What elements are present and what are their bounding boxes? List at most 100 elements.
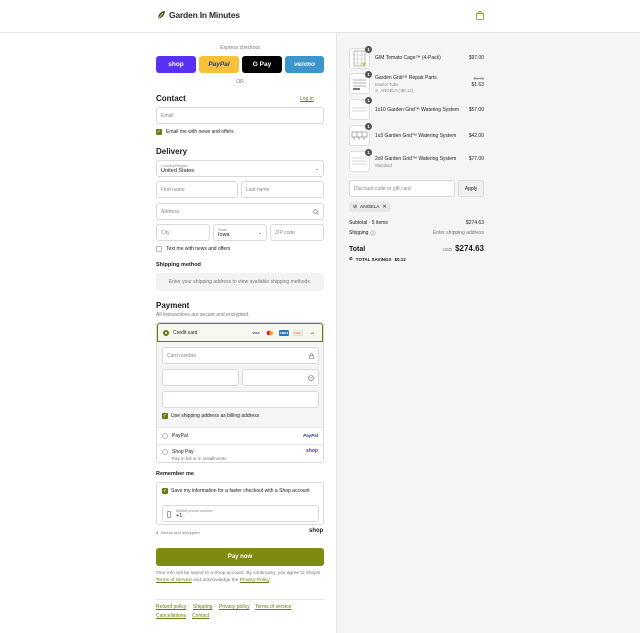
discount-tag: ⊘ ANGELA ✕	[349, 202, 391, 212]
total-value: $274.63	[455, 244, 484, 253]
disclaimer: Your info will be saved to a Shop accoun…	[156, 570, 326, 584]
help-icon[interactable]: ?	[308, 375, 314, 381]
login-link[interactable]: Log in	[300, 96, 314, 102]
name-on-card-field[interactable]	[162, 391, 319, 408]
first-name-placeholder: First name	[161, 186, 185, 193]
discount-code-field[interactable]: Discount code or gift card	[349, 180, 455, 197]
contact-link[interactable]: Contact	[192, 613, 209, 619]
paypal-option[interactable]: PayPal PayPal	[157, 427, 323, 444]
item-discount-code: ANGELA (-$0.12)	[380, 88, 414, 93]
remove-discount-icon[interactable]: ✕	[383, 204, 387, 210]
lock-icon: ●	[156, 530, 159, 535]
payment-title: Payment	[156, 301, 190, 310]
quantity-badge: 1	[365, 123, 372, 130]
brand-name: Garden In Minutes	[169, 10, 240, 20]
item-price: $42.00	[468, 133, 484, 139]
privacy-policy-footer-link[interactable]: Privacy policy	[219, 604, 250, 610]
zip-placeholder: ZIP code	[275, 229, 295, 236]
product-thumbnail: 1	[349, 46, 372, 69]
item-name: 1x3 Garden Grid™ Watering System	[375, 133, 457, 139]
item-name: 2x9 Garden Grid™ Watering System	[375, 156, 457, 162]
text-news-checkbox[interactable]	[156, 246, 162, 252]
email-field[interactable]: Email	[156, 107, 324, 124]
paypal-option-label: PayPal	[172, 433, 188, 439]
discover-icon: DISC	[293, 330, 303, 336]
discount-code-placeholder: Discount code or gift card	[354, 185, 411, 192]
shop-pay-option-label: Shop Pay	[172, 449, 194, 455]
more-cards-badge: +4	[310, 331, 314, 335]
cancellations-link[interactable]: Cancellations	[156, 613, 186, 619]
item-name: GIM Tomato Cage™ (4-Pack)	[375, 55, 441, 61]
secure-label: Secure and encrypted	[160, 530, 200, 535]
product-thumbnail: 1	[349, 97, 372, 120]
lock-icon	[309, 353, 314, 359]
venmo-label: venmo	[294, 61, 315, 68]
refund-policy-link[interactable]: Refund policy	[156, 604, 186, 610]
first-name-field[interactable]: First name	[156, 181, 238, 198]
shop-pay-option[interactable]: Shop Pay Pay in full or in installments …	[157, 444, 323, 462]
expiration-date-field[interactable]	[162, 369, 239, 386]
checkout-form: Express checkout shop PayPal G Pay venmo…	[0, 33, 337, 633]
credit-card-option[interactable]: Credit card VISA AMEX DISC +4	[157, 323, 323, 342]
disclaimer-mid: and acknowledge the	[193, 578, 239, 583]
security-code-field[interactable]: ?	[242, 369, 319, 386]
paypal-button[interactable]: PayPal	[199, 56, 239, 73]
billing-same-checkbox[interactable]: ✓	[162, 413, 168, 419]
address-field[interactable]: Address	[156, 203, 324, 220]
item-old-price: $1.75	[473, 76, 484, 81]
visa-icon: VISA	[251, 330, 261, 336]
mastercard-icon	[265, 330, 275, 336]
shopping-bag-icon[interactable]	[476, 11, 484, 20]
payment-methods: Credit card VISA AMEX DISC +4 Card numbe…	[156, 322, 324, 463]
pay-now-button[interactable]: Pay now	[156, 548, 324, 566]
paypal-label: PayPal	[208, 61, 230, 68]
quantity-badge: 1	[365, 46, 372, 53]
shop-pay-sublabel: Pay in full or in installments	[172, 456, 227, 461]
item-discount: ⊘ ANGELA (-$0.12)	[375, 88, 413, 93]
city-field[interactable]: City	[156, 224, 210, 241]
secure-note: ● Secure and encrypted	[156, 530, 200, 535]
shop-pay-label: shop	[168, 61, 184, 68]
terms-of-service-link[interactable]: Terms of Service	[156, 578, 192, 583]
item-name: Garden Grid™ Repair Parts	[375, 75, 437, 81]
state-select[interactable]: State Iowa ⌄	[213, 224, 267, 241]
country-select[interactable]: Country/Region United States ⌄	[156, 160, 324, 177]
footer-divider	[156, 599, 324, 600]
email-placeholder: Email	[161, 112, 174, 119]
email-news-checkbox[interactable]: ✓	[156, 129, 162, 135]
shipping-link[interactable]: Shipping	[193, 604, 212, 610]
save-info-checkbox[interactable]: ✓	[162, 488, 168, 494]
google-pay-button[interactable]: G Pay	[242, 56, 282, 73]
item-name: 1x10 Garden Grid™ Watering System	[375, 107, 460, 113]
savings-value: $0.12	[394, 256, 406, 262]
quantity-badge: 1	[365, 97, 372, 104]
apply-button[interactable]: Apply	[458, 180, 484, 197]
mobile-phone-field[interactable]: Mobile phone number +1	[162, 505, 319, 522]
item-price: $1.63	[471, 82, 484, 88]
shipping-value: Enter shipping address	[432, 230, 484, 236]
card-number-field[interactable]: Card number	[162, 347, 319, 364]
privacy-policy-link[interactable]: Privacy Policy	[240, 578, 270, 583]
total-row: Total USD $274.63	[349, 244, 484, 253]
terms-of-service-footer-link[interactable]: Terms of service	[255, 604, 291, 610]
shop-pay-button[interactable]: shop	[156, 56, 196, 73]
shop-pay-radio[interactable]	[162, 449, 168, 455]
credit-card-label: Credit card	[173, 330, 198, 336]
card-details-panel: Card number ? ✓ Use shipping address as …	[157, 342, 323, 427]
google-pay-label: G Pay	[252, 61, 272, 68]
subtotal-value: $274.63	[465, 220, 484, 226]
express-checkout-title: Express checkout	[220, 45, 260, 51]
shipping-method-message: Enter your shipping address to view avai…	[156, 273, 324, 291]
paypal-radio[interactable]	[162, 433, 168, 439]
zip-field[interactable]: ZIP code	[270, 224, 324, 241]
credit-card-radio[interactable]	[163, 330, 169, 336]
brand-logo[interactable]: Garden In Minutes	[157, 10, 240, 20]
last-name-field[interactable]: Last name	[241, 181, 324, 198]
payment-subtitle: All transactions are secure and encrypte…	[156, 312, 250, 318]
item-price: $97.00	[468, 55, 484, 61]
quantity-badge: 1	[365, 149, 372, 156]
order-summary	[337, 33, 640, 633]
card-number-placeholder: Card number	[167, 352, 197, 359]
venmo-button[interactable]: venmo	[285, 56, 324, 73]
help-icon[interactable]: ⓘ	[370, 230, 375, 237]
